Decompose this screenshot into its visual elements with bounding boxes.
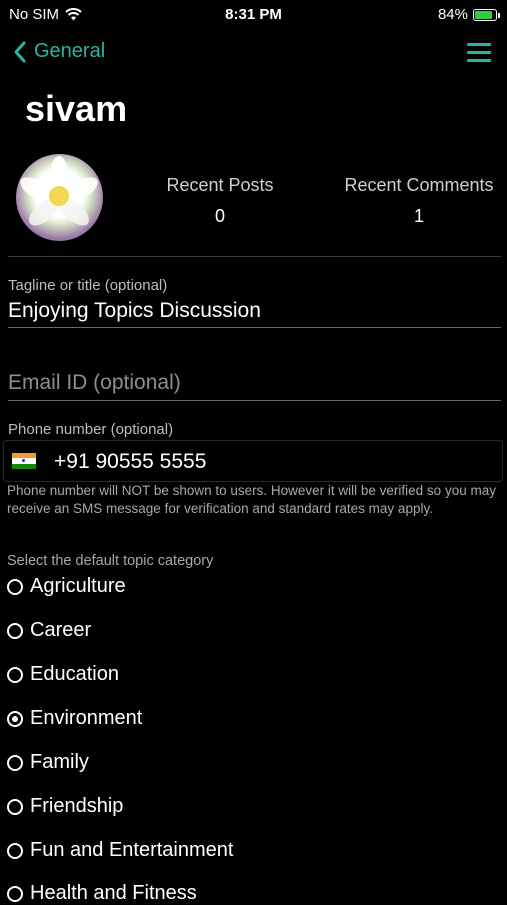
back-button[interactable]: General bbox=[14, 40, 105, 63]
category-label: Select the default topic category bbox=[7, 553, 214, 569]
tagline-label: Tagline or title (optional) bbox=[8, 277, 168, 294]
radio-icon[interactable] bbox=[7, 885, 23, 902]
radio-selected-icon[interactable] bbox=[7, 710, 23, 727]
category-option-label: Friendship bbox=[30, 795, 124, 817]
category-option-label: Education bbox=[30, 663, 119, 685]
category-option-label: Fun and Entertainment bbox=[30, 839, 234, 861]
category-option-label: Family bbox=[30, 751, 89, 773]
battery-icon bbox=[473, 8, 500, 21]
back-label: General bbox=[34, 40, 106, 62]
status-time: 8:31 PM bbox=[225, 6, 282, 23]
hamburger-menu-icon[interactable] bbox=[467, 43, 491, 67]
radio-icon[interactable] bbox=[7, 666, 23, 683]
category-option-fun-and-entertainment[interactable]: Fun and Entertainment bbox=[7, 839, 233, 862]
recent-comments-label: Recent Comments bbox=[344, 175, 494, 195]
category-option-family[interactable]: Family bbox=[7, 751, 89, 774]
category-option-education[interactable]: Education bbox=[7, 663, 119, 686]
recent-comments-stat: Recent Comments 1 bbox=[335, 175, 503, 227]
recent-posts-stat: Recent Posts 0 bbox=[160, 175, 280, 227]
status-bar: No SIM 8:31 PM 84% bbox=[0, 0, 507, 30]
recent-comments-count: 1 bbox=[413, 206, 424, 226]
divider bbox=[8, 256, 501, 257]
category-option-friendship[interactable]: Friendship bbox=[7, 795, 123, 818]
category-option-label: Health and Fitness bbox=[30, 882, 197, 904]
category-option-agriculture[interactable]: Agriculture bbox=[7, 575, 126, 598]
category-option-health-and-fitness[interactable]: Health and Fitness bbox=[7, 882, 197, 905]
battery-percent: 84% bbox=[437, 6, 468, 23]
radio-icon[interactable] bbox=[7, 798, 23, 815]
category-option-environment[interactable]: Environment bbox=[7, 707, 142, 730]
avatar[interactable] bbox=[16, 154, 103, 241]
status-right: 84% bbox=[437, 6, 500, 23]
category-option-label: Career bbox=[30, 619, 92, 641]
email-underline bbox=[8, 400, 501, 401]
chevron-left-icon bbox=[14, 41, 26, 62]
tagline-underline bbox=[8, 327, 501, 328]
tagline-input[interactable]: Enjoying Topics Discussion bbox=[8, 299, 261, 323]
category-option-label: Environment bbox=[30, 707, 143, 729]
phone-note: Phone number will NOT be shown to users.… bbox=[7, 483, 496, 516]
phone-label: Phone number (optional) bbox=[8, 421, 174, 438]
nav-bar: General bbox=[0, 36, 507, 70]
radio-icon[interactable] bbox=[7, 842, 23, 859]
radio-icon[interactable] bbox=[7, 578, 23, 595]
category-option-career[interactable]: Career bbox=[7, 619, 91, 642]
recent-posts-count: 0 bbox=[214, 206, 225, 226]
india-flag-icon[interactable] bbox=[12, 453, 36, 469]
radio-icon[interactable] bbox=[7, 754, 23, 771]
lotus-flower-image bbox=[20, 156, 98, 226]
phone-input[interactable]: +91 90555 5555 bbox=[54, 450, 206, 474]
phone-input-box[interactable]: +91 90555 5555 bbox=[3, 440, 503, 482]
username-title: sivam bbox=[25, 88, 128, 129]
radio-icon[interactable] bbox=[7, 622, 23, 639]
recent-posts-label: Recent Posts bbox=[166, 175, 274, 195]
category-option-label: Agriculture bbox=[30, 575, 126, 597]
email-field[interactable]: Email ID (optional) bbox=[8, 371, 181, 395]
